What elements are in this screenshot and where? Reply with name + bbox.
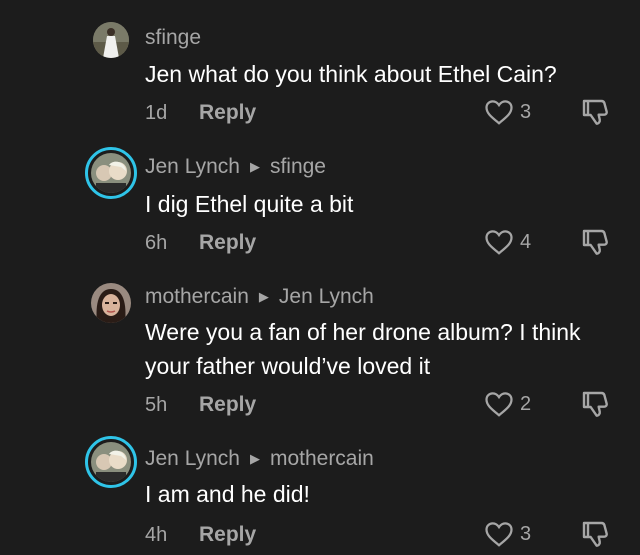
reply-button[interactable]: Reply: [199, 101, 256, 125]
reply-button[interactable]: Reply: [199, 523, 256, 547]
like-button[interactable]: 3: [484, 98, 531, 126]
comment-text: I am and he did!: [145, 481, 310, 507]
reply-to-username[interactable]: Jen Lynch: [279, 285, 374, 309]
comment-header: sfinge: [145, 26, 201, 50]
reply-to-username[interactable]: sfinge: [270, 155, 326, 179]
comment-header: mothercain ▶ Jen Lynch: [145, 285, 374, 309]
avatar[interactable]: [91, 283, 131, 323]
comment-age: 1d: [145, 102, 168, 124]
like-count: 3: [520, 100, 532, 123]
comment-text: Jen what do you think about Ethel Cain?: [145, 61, 557, 87]
dislike-icon[interactable]: [580, 389, 612, 421]
comment-age: 5h: [145, 394, 168, 416]
reply-arrow-icon: ▶: [258, 289, 269, 304]
comment-text: Were you a fan of her drone album? I thi…: [145, 319, 581, 379]
reply-to-username[interactable]: mothercain: [270, 447, 374, 471]
avatar[interactable]: [85, 147, 137, 199]
username[interactable]: Jen Lynch: [145, 447, 240, 471]
dislike-icon[interactable]: [580, 227, 612, 259]
dislike-icon[interactable]: [580, 519, 612, 551]
reply-arrow-icon: ▶: [249, 451, 260, 466]
username[interactable]: mothercain: [145, 285, 249, 309]
dislike-icon[interactable]: [580, 97, 612, 129]
avatar[interactable]: [85, 436, 137, 488]
comment-text: I dig Ethel quite a bit: [145, 191, 354, 217]
like-button[interactable]: 2: [484, 390, 531, 418]
reply-arrow-icon: ▶: [249, 159, 260, 174]
like-button[interactable]: 4: [484, 228, 531, 256]
avatar[interactable]: [93, 22, 129, 58]
username[interactable]: sfinge: [145, 26, 201, 50]
like-count: 2: [520, 392, 532, 415]
heart-icon: [485, 392, 513, 417]
heart-icon: [485, 100, 513, 125]
comment-age: 6h: [145, 232, 168, 254]
reply-button[interactable]: Reply: [199, 393, 256, 417]
like-count: 3: [520, 522, 532, 545]
reply-button[interactable]: Reply: [199, 231, 256, 255]
comment-header: Jen Lynch ▶ sfinge: [145, 155, 326, 179]
like-count: 4: [520, 230, 532, 253]
comment-header: Jen Lynch ▶ mothercain: [145, 447, 374, 471]
like-button[interactable]: 3: [484, 520, 531, 548]
heart-icon: [485, 522, 513, 547]
heart-icon: [485, 230, 513, 255]
username[interactable]: Jen Lynch: [145, 155, 240, 179]
comment-age: 4h: [145, 524, 168, 546]
